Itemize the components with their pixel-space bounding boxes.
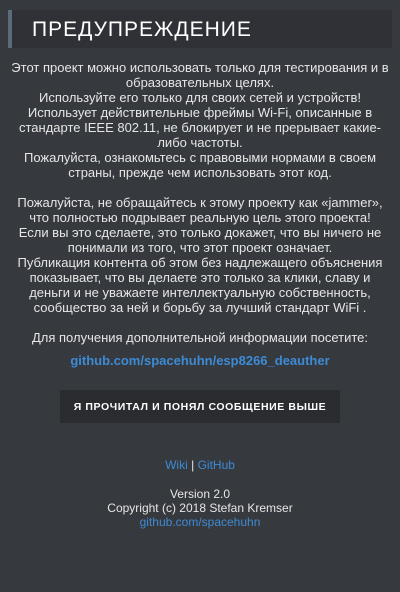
version-text: Version 2.0 [169, 487, 231, 501]
wiki-link[interactable]: Wiki [165, 458, 188, 472]
info-link-line: github.com/spacehuhn/esp8266_deauther [8, 353, 392, 368]
footer-meta: Version 2.0 Copyright (c) 2018 Stefan Kr… [0, 487, 400, 529]
warning-text-jammer: Пожалуйста, не обращайтесь к этому проек… [17, 195, 383, 225]
profile-link[interactable]: github.com/spacehuhn [140, 515, 261, 529]
warning-text-legal: Пожалуйста, ознакомьтесь с правовыми нор… [23, 150, 377, 180]
footer-separator: | [191, 458, 195, 472]
warning-text-frames: Использует действительные фреймы Wi-Fi, … [18, 105, 381, 150]
warning-content: Этот проект можно использовать только дл… [8, 60, 392, 368]
copyright-text: Copyright (c) 2018 Stefan Kremser [107, 501, 293, 515]
warning-text-publication: Публикация контента об этом без надлежащ… [17, 255, 383, 315]
github-link[interactable]: GitHub [198, 458, 235, 472]
warning-text-misunderstanding: Если вы это сделаете, это только докажет… [18, 225, 382, 255]
footer-links: Wiki | GitHub [0, 458, 400, 472]
acknowledge-button[interactable]: Я ПРОЧИТАЛ И ПОНЯЛ СООБЩЕНИЕ ВЫШЕ [59, 390, 341, 423]
warning-header: ПРЕДУПРЕЖДЕНИЕ [8, 10, 392, 48]
footer: Wiki | GitHub Version 2.0 Copyright (c) … [0, 458, 400, 529]
warning-text-own-networks: Используйте его только для своих сетей и… [39, 90, 361, 105]
page-title: ПРЕДУПРЕЖДЕНИЕ [32, 18, 252, 41]
info-text: Для получения дополнительной информации … [31, 330, 369, 345]
ack-container: Я ПРОЧИТАЛ И ПОНЯЛ СООБЩЕНИЕ ВЫШЕ [0, 390, 400, 423]
warning-text-purpose: Этот проект можно использовать только дл… [11, 60, 389, 90]
project-repo-link[interactable]: github.com/spacehuhn/esp8266_deauther [70, 353, 329, 368]
